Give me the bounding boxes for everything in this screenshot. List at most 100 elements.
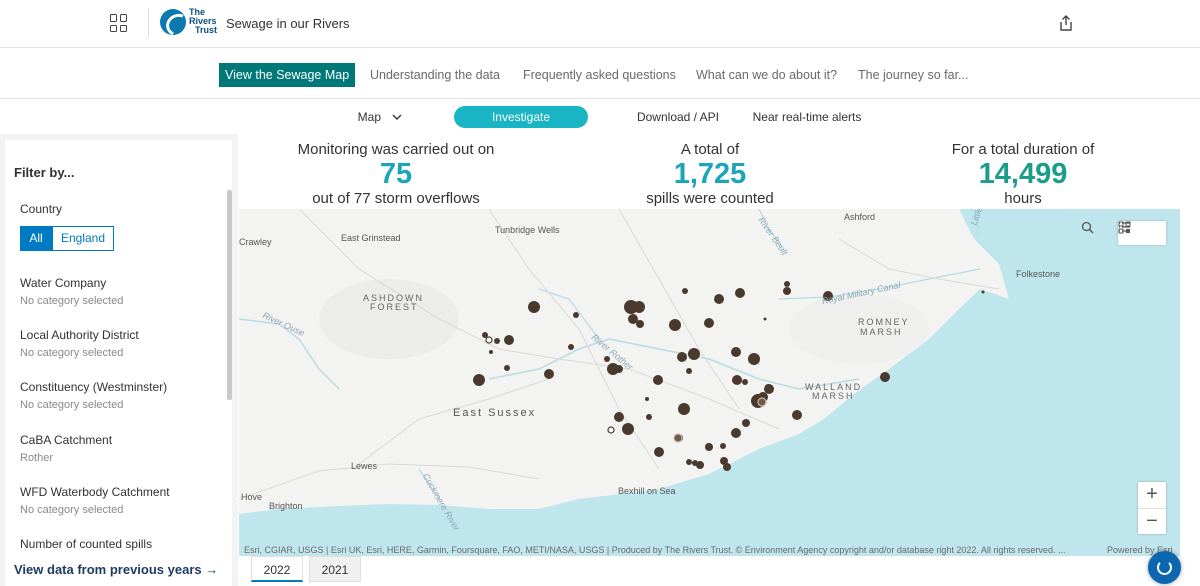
overflow-point (568, 344, 574, 350)
nav-understanding-data[interactable]: Understanding the data (370, 63, 500, 87)
zoom-controls: + − (1138, 482, 1166, 534)
place-label: Ashford (844, 212, 876, 222)
overflow-point (573, 312, 579, 318)
overflow-point (473, 374, 485, 386)
stat-bottom-text: out of 77 storm overflows (312, 190, 480, 207)
overflow-point (646, 414, 652, 420)
tab-download-api[interactable]: Download / API (620, 106, 736, 128)
rivers-trust-logo[interactable]: The Rivers Trust (160, 8, 217, 35)
filter-value: Rother (20, 452, 54, 464)
filter-value: No category selected (20, 399, 124, 411)
overflow-point (633, 301, 645, 313)
zoom-in-button[interactable]: + (1138, 482, 1166, 508)
overflow-point (783, 287, 791, 295)
place-label: Tunbridge Wells (495, 225, 560, 235)
basemap-button[interactable] (1118, 221, 1166, 245)
forest-patch (319, 279, 459, 359)
place-label: Folkestone (1016, 269, 1061, 279)
road-line (358, 378, 550, 465)
place-label: Brighton (269, 501, 303, 511)
overflow-point (489, 350, 493, 354)
stat-value: 75 (379, 158, 413, 190)
filter-local-authority[interactable]: Local Authority District No category sel… (20, 328, 139, 359)
app-header: The Rivers Trust Sewage in our Rivers (0, 0, 1200, 48)
apps-grid-icon[interactable] (110, 14, 128, 32)
overflow-point (528, 301, 540, 313)
filter-label: CaBA Catchment (20, 433, 113, 447)
chevron-down-icon (392, 114, 402, 120)
country-option-england[interactable]: England (52, 226, 114, 251)
year-tab-2022[interactable]: 2022 (251, 556, 303, 582)
map-canvas (239, 209, 1180, 556)
nav-faq[interactable]: Frequently asked questions (523, 63, 676, 87)
place-label: Hove (241, 492, 263, 502)
tab-investigate[interactable]: Investigate (454, 106, 588, 128)
overflow-point-hollow (607, 426, 615, 434)
overflow-point (696, 461, 704, 469)
filter-constituency[interactable]: Constituency (Westminster) No category s… (20, 380, 167, 411)
overflow-point (763, 317, 767, 321)
stat-value: 1,725 (673, 158, 747, 190)
region-label: MARSH (812, 391, 855, 401)
overflow-point (688, 348, 700, 360)
stat-duration: For a total duration of 14,499 hours (920, 141, 1126, 207)
overflow-point (735, 288, 745, 298)
refresh-icon[interactable] (1148, 551, 1181, 584)
overflow-point (705, 443, 713, 451)
previous-years-link[interactable]: View data from previous years → (14, 562, 218, 577)
overflow-point (682, 288, 688, 294)
overflow-point (494, 338, 500, 344)
app-title: Sewage in our Rivers (226, 16, 350, 31)
filter-wfd-catchment[interactable]: WFD Waterbody Catchment No category sele… (20, 485, 170, 516)
nav-what-can-we-do[interactable]: What can we do about it? (696, 63, 837, 87)
tab-map[interactable]: Map (350, 106, 410, 128)
filter-panel-title: Filter by... (14, 165, 75, 180)
overflow-point (622, 423, 634, 435)
overflow-point (731, 428, 741, 438)
place-label: East Grinstead (341, 233, 401, 243)
qr-grid-icon (1118, 221, 1131, 234)
country-option-all[interactable]: All (20, 226, 52, 251)
nav-view-sewage-map[interactable]: View the Sewage Map (219, 63, 356, 87)
overflow-point (720, 443, 726, 449)
overflow-point (544, 369, 554, 379)
stat-top-text: A total of (680, 141, 740, 158)
tab-map-label: Map (357, 110, 381, 124)
sewage-map[interactable]: Crawley East Grinstead Tunbridge Wells A… (239, 209, 1180, 556)
overflow-point (504, 335, 514, 345)
filter-value: No category selected (20, 347, 124, 359)
filter-water-company[interactable]: Water Company No category selected (20, 276, 123, 307)
stat-top-text: Monitoring was carried out on (297, 141, 495, 158)
filter-panel: Filter by... Country All England Water C… (5, 140, 232, 586)
stat-value: 14,499 (978, 158, 1068, 190)
filter-label: WFD Waterbody Catchment (20, 485, 170, 499)
river-line (538, 288, 600, 340)
overflow-point (714, 294, 724, 304)
year-tab-2021[interactable]: 2021 (309, 556, 361, 582)
zoom-out-button[interactable]: − (1138, 508, 1166, 534)
country-toggle: All England (20, 226, 114, 251)
overflow-point (686, 368, 692, 374)
filter-counted-spills[interactable]: Number of counted spills (20, 537, 152, 551)
filter-panel-scrollbar[interactable] (227, 190, 232, 400)
place-label: Lewes (351, 461, 378, 471)
share-icon[interactable] (1058, 14, 1074, 32)
filter-label: Local Authority District (20, 328, 139, 342)
stat-top-text: For a total duration of (951, 141, 1095, 158)
map-search-button[interactable] (1081, 221, 1105, 245)
overflow-point (723, 463, 731, 471)
place-label: Crawley (239, 237, 272, 247)
filter-caba-catchment[interactable]: CaBA Catchment Rother (20, 433, 112, 464)
map-toolbar (1118, 221, 1166, 245)
overflow-point-hollow (485, 336, 493, 344)
tab-near-real-time-alerts[interactable]: Near real-time alerts (752, 106, 862, 128)
overflow-point (765, 384, 771, 390)
filter-label: Constituency (Westminster) (20, 380, 168, 394)
overflow-point (792, 410, 802, 420)
nav-journey[interactable]: The journey so far... (858, 63, 968, 87)
overflow-point (686, 459, 692, 465)
search-icon (1081, 221, 1094, 234)
overflow-point (654, 447, 664, 457)
overflow-point (732, 375, 742, 385)
region-label: FOREST (370, 302, 419, 312)
